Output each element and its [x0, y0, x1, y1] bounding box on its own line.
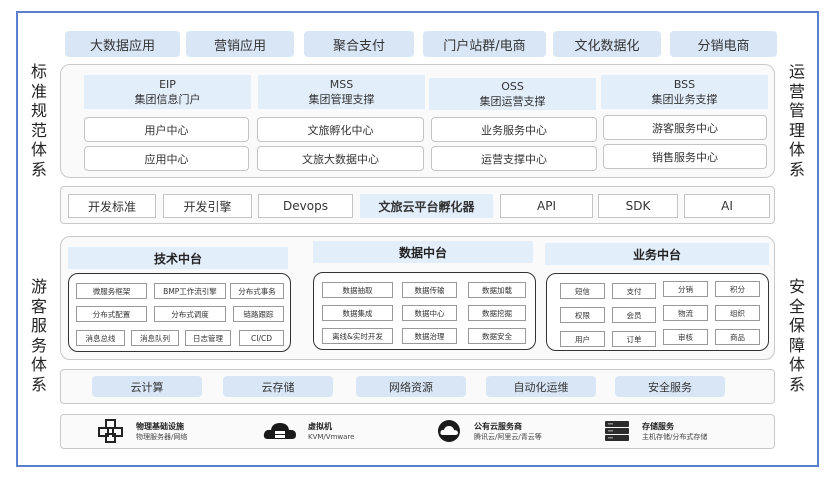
- top-app-big-data: 大数据应用: [65, 31, 180, 57]
- tech-item: 分布式调度: [154, 306, 226, 322]
- infra-title: 物理基础设施: [136, 421, 184, 431]
- infra-title: 存储服务: [642, 421, 674, 431]
- tech-item: 分布式事务: [230, 283, 284, 299]
- data-item: 数据加载: [468, 282, 526, 298]
- business-item: 订单: [612, 331, 656, 347]
- infra-title: 虚拟机: [308, 421, 332, 431]
- suite-item-user-center: 用户中心: [84, 117, 249, 142]
- dev-item-sdk: SDK: [598, 194, 678, 218]
- business-item: 用户: [560, 331, 605, 347]
- suite-eip-header: EIP 集团信息门户: [84, 75, 251, 109]
- cloud-item-security: 安全服务: [615, 376, 725, 397]
- side-label-operations: 运 营 管 理 体 系: [788, 62, 805, 179]
- suite-name: 集团管理支撑: [308, 93, 375, 106]
- infra-item-vm: 虚拟机 KVM/Vmware: [262, 419, 354, 443]
- business-item: 支付: [612, 283, 656, 299]
- tech-item: 微服务框架: [76, 283, 147, 299]
- suite-code: BSS: [673, 78, 696, 91]
- infra-sub: 物理服务器/网络: [136, 432, 188, 441]
- business-item: 审核: [663, 329, 708, 345]
- tech-item: 日志管理: [185, 330, 231, 346]
- infra-sub: 主机存储/分布式存储: [642, 432, 708, 441]
- cloud-server-icon: [263, 423, 296, 439]
- cloud-icon: [438, 420, 460, 442]
- dev-item-ai: AI: [684, 194, 770, 218]
- suite-item-incubation-center: 文旅孵化中心: [257, 117, 424, 142]
- suite-code: EIP: [159, 78, 176, 91]
- cloud-item-automation: 自动化运维: [486, 376, 596, 397]
- dev-item-devops: Devops: [258, 194, 353, 218]
- data-item: 离线&实时开发: [322, 328, 393, 344]
- business-platform-title: 业务中台: [545, 243, 769, 265]
- data-item: 数据治理: [402, 328, 457, 344]
- suite-item-business-service: 业务服务中心: [431, 117, 597, 142]
- tech-item: 链路跟踪: [233, 306, 284, 322]
- top-app-culture-data: 文化数据化: [553, 31, 661, 57]
- cubes-icon: [98, 419, 123, 443]
- data-item: 数据集成: [322, 305, 393, 321]
- suite-code: MSS: [329, 78, 354, 91]
- tech-item: 消息总线: [76, 330, 125, 346]
- business-item: 短信: [560, 283, 605, 299]
- database-icon: [605, 421, 629, 441]
- business-item: 商品: [715, 329, 760, 345]
- side-label-visitor-service: 游 客 服 务 体 系: [30, 277, 47, 394]
- suite-name: 集团信息门户: [134, 93, 201, 106]
- suite-name: 集团运营支撑: [479, 95, 546, 108]
- tech-item: 分布式配置: [76, 306, 147, 322]
- tech-item: 消息队列: [131, 330, 179, 346]
- data-item: 数据传输: [402, 282, 457, 298]
- tech-item: CI/CD: [239, 330, 284, 346]
- infra-sub: 腾讯云/阿里云/青云等: [474, 432, 542, 441]
- infra-item-physical: 物理基础设施 物理服务器/网络: [96, 419, 187, 443]
- data-item: 数据抽取: [322, 282, 393, 298]
- suite-mss-header: MSS 集团管理支撑: [258, 75, 425, 109]
- suite-oss-header: OSS 集团运营支撑: [429, 78, 596, 110]
- infra-item-public-cloud: 公有云服务商 腾讯云/阿里云/青云等: [434, 419, 542, 443]
- dev-item-standards: 开发标准: [68, 194, 156, 218]
- cloud-item-storage: 云存储: [223, 376, 333, 397]
- top-app-payment: 聚合支付: [304, 31, 414, 57]
- infra-item-storage: 存储服务 主机存储/分布式存储: [602, 419, 707, 443]
- cloud-item-compute: 云计算: [92, 376, 202, 397]
- data-platform-title: 数据中台: [313, 241, 533, 263]
- tech-platform-title: 技术中台: [68, 247, 288, 269]
- top-app-portal: 门户站群/电商: [423, 31, 546, 57]
- dev-item-api: API: [500, 194, 593, 218]
- suite-item-app-center: 应用中心: [84, 146, 249, 171]
- business-item: 组织: [715, 305, 760, 321]
- business-item: 分销: [663, 281, 708, 297]
- side-label-standards: 标 准 规 范 体 系: [30, 62, 47, 179]
- dev-item-engine: 开发引擎: [163, 194, 252, 218]
- data-item: 数据安全: [468, 328, 526, 344]
- suite-item-ops-support: 运营支撑中心: [431, 146, 597, 171]
- suite-item-sales-service: 销售服务中心: [603, 144, 767, 169]
- data-item: 数据中心: [402, 305, 457, 321]
- cloud-item-network: 网络资源: [356, 376, 466, 397]
- top-app-marketing: 营销应用: [186, 31, 294, 57]
- suite-code: OSS: [501, 80, 524, 93]
- suite-item-bigdata-center: 文旅大数据中心: [257, 146, 424, 171]
- infra-sub: KVM/Vmware: [308, 432, 355, 441]
- top-app-distribution: 分销电商: [670, 31, 777, 57]
- infra-title: 公有云服务商: [474, 421, 522, 431]
- business-item: 会员: [612, 307, 656, 323]
- data-item: 数据挖掘: [468, 305, 526, 321]
- dev-item-incubator: 文旅云平台孵化器: [360, 194, 493, 218]
- side-label-security: 安 全 保 障 体 系: [788, 277, 805, 394]
- business-item: 权限: [560, 307, 605, 323]
- tech-item: BMP工作流引擎: [154, 283, 226, 299]
- suite-item-visitor-service: 游客服务中心: [603, 115, 767, 140]
- business-item: 物流: [663, 305, 708, 321]
- suite-bss-header: BSS 集团业务支撑: [601, 75, 768, 109]
- suite-name: 集团业务支撑: [651, 93, 718, 106]
- business-item: 积分: [715, 281, 760, 297]
